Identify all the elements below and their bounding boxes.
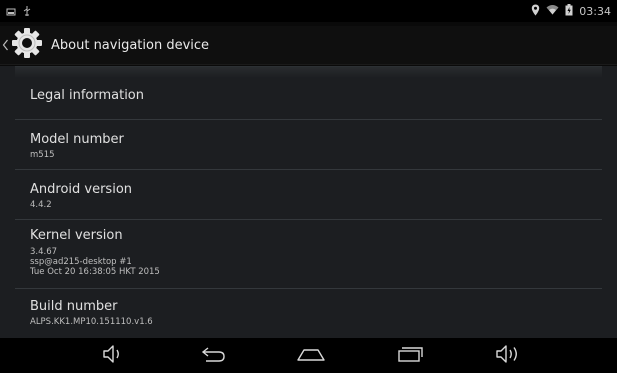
volume-up-icon xyxy=(494,344,522,368)
item-title: Build number xyxy=(30,299,118,314)
home-button[interactable] xyxy=(293,338,329,373)
model-number-item[interactable]: Model number m515 xyxy=(15,120,602,170)
wifi-icon xyxy=(546,4,559,18)
item-title: Legal information xyxy=(30,88,145,103)
item-value: m515 xyxy=(30,150,55,160)
recent-apps-button[interactable] xyxy=(392,338,428,373)
build-number-item[interactable]: Build number ALPS.KK1.MP10.151110.v1.6 xyxy=(15,289,602,337)
status-bar-right: 03:34 xyxy=(531,3,617,19)
settings-gear-icon xyxy=(11,27,43,63)
volume-up-button[interactable] xyxy=(491,338,525,373)
android-version-item[interactable]: Android version 4.4.2 xyxy=(15,170,602,220)
item-title: Model number xyxy=(30,132,124,147)
back-icon xyxy=(200,345,228,367)
device-screen: 03:34 About navigation device Legal info… xyxy=(0,0,617,373)
up-navigation-button[interactable] xyxy=(2,27,43,63)
about-list: Legal information Model number m515 Andr… xyxy=(15,66,602,337)
back-button[interactable] xyxy=(198,338,230,373)
location-icon xyxy=(531,4,540,19)
clock-time: 03:34 xyxy=(579,4,611,18)
item-value-line: ssp@ad215-desktop #1 xyxy=(30,257,132,267)
volume-down-button[interactable] xyxy=(98,338,128,373)
battery-icon xyxy=(565,3,573,19)
item-value: ALPS.KK1.MP10.151110.v1.6 xyxy=(30,317,153,327)
navigation-bar xyxy=(0,338,617,373)
kernel-version-item[interactable]: Kernel version 3.4.67 ssp@ad215-desktop … xyxy=(15,220,602,289)
status-bar-left xyxy=(0,2,32,21)
usb-icon xyxy=(22,2,32,21)
action-bar: About navigation device xyxy=(0,26,617,65)
item-value: 4.4.2 xyxy=(30,200,52,210)
legal-information-item[interactable]: Legal information xyxy=(15,66,602,120)
home-icon xyxy=(295,345,327,367)
item-value-line: Tue Oct 20 16:38:05 HKT 2015 xyxy=(30,267,160,277)
item-value-line: 3.4.67 xyxy=(30,247,58,257)
recent-apps-icon xyxy=(395,344,425,368)
page-title: About navigation device xyxy=(51,37,210,53)
volume-down-icon xyxy=(101,344,125,368)
screenshot-notification-icon xyxy=(6,2,16,21)
status-bar: 03:34 xyxy=(0,0,617,22)
chevron-left-icon xyxy=(2,36,9,55)
item-title: Kernel version xyxy=(30,228,123,243)
settings-content: Legal information Model number m515 Andr… xyxy=(0,66,617,338)
item-title: Android version xyxy=(30,182,133,197)
